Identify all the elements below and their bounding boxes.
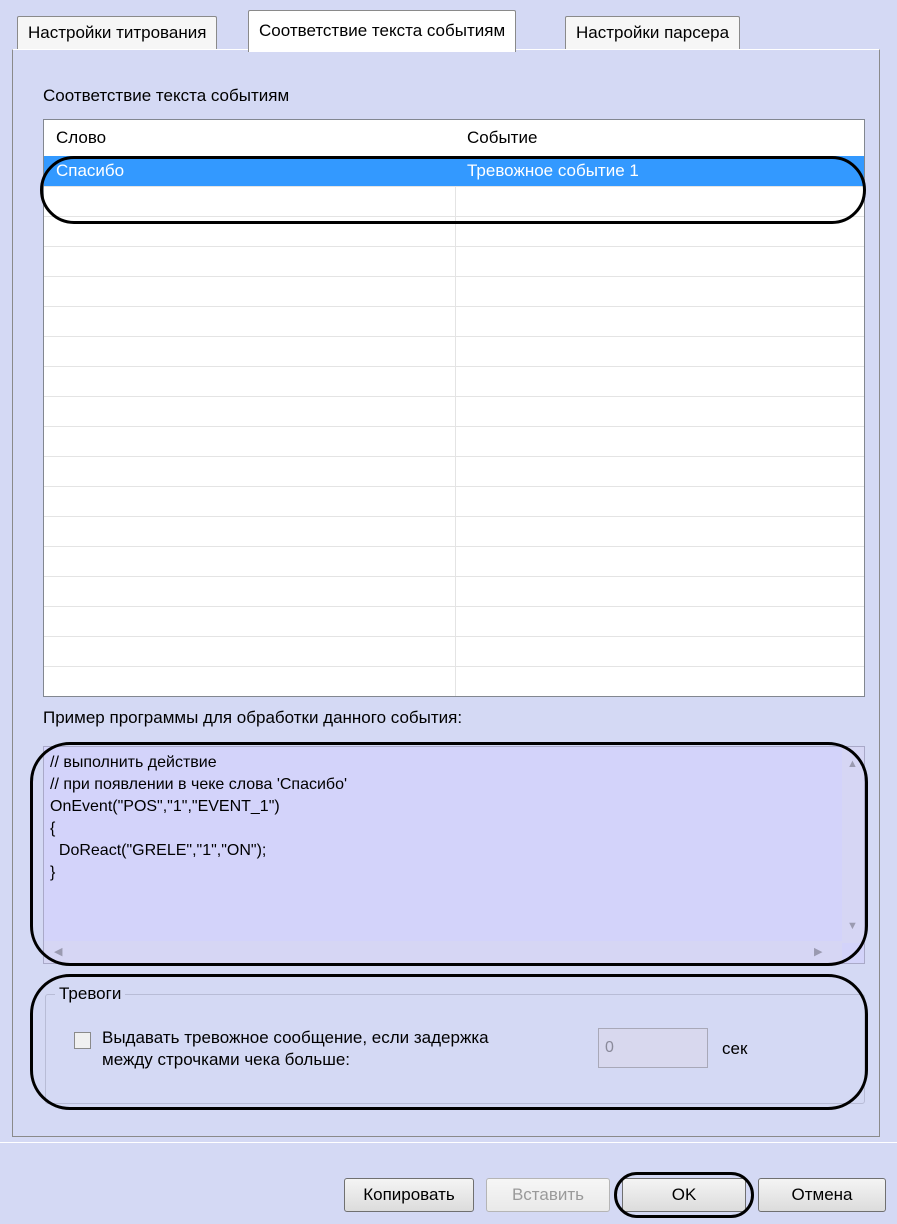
code-line: OnEvent("POS","1","EVENT_1") xyxy=(50,798,280,815)
empty-table-row[interactable] xyxy=(44,456,864,487)
column-header-event[interactable]: Событие xyxy=(455,120,537,156)
code-line: // выполнить действие xyxy=(50,754,217,771)
seconds-unit-label: сек xyxy=(722,1039,748,1058)
scroll-right-icon[interactable]: ▶ xyxy=(814,945,822,959)
paste-button[interactable]: Вставить xyxy=(486,1178,610,1212)
empty-table-row[interactable] xyxy=(44,336,864,367)
table-row[interactable]: Спасибо Тревожное событие 1 xyxy=(44,156,864,187)
cancel-button[interactable]: Отмена xyxy=(758,1178,886,1212)
empty-table-row[interactable] xyxy=(44,666,864,696)
empty-table-row[interactable] xyxy=(44,306,864,337)
code-line: DoReact("GRELE","1","ON"); xyxy=(50,842,267,859)
empty-table-row[interactable] xyxy=(44,606,864,637)
code-line: { xyxy=(50,820,56,837)
alarms-title: Тревоги xyxy=(55,984,126,1004)
tab-parser-settings[interactable]: Настройки парсера xyxy=(565,16,741,50)
scroll-up-icon[interactable]: ▲ xyxy=(847,757,858,771)
empty-table-row[interactable] xyxy=(44,246,864,277)
empty-table-row[interactable] xyxy=(44,516,864,547)
group-title: Соответствие текста событиям xyxy=(43,86,290,105)
empty-table-row[interactable] xyxy=(44,546,864,577)
alarm-label-line1: Выдавать тревожное сообщение, если задер… xyxy=(102,1028,489,1047)
empty-table-row[interactable] xyxy=(44,276,864,307)
ok-button[interactable]: OK xyxy=(622,1178,746,1212)
delay-seconds-input[interactable]: 0 xyxy=(598,1028,708,1068)
scroll-down-icon[interactable]: ▼ xyxy=(847,919,858,933)
alarm-delay-checkbox[interactable] xyxy=(74,1032,91,1049)
alarm-label-line2: между строчками чека больше: xyxy=(102,1050,351,1069)
scroll-left-icon[interactable]: ◀ xyxy=(54,945,62,959)
empty-table-row[interactable] xyxy=(44,486,864,517)
example-code-box[interactable]: // выполнить действие // при появлении в… xyxy=(43,746,865,964)
column-header-word[interactable]: Слово xyxy=(44,120,106,156)
example-label: Пример программы для обработки данного с… xyxy=(43,708,463,727)
empty-table-row[interactable] xyxy=(44,696,865,697)
empty-table-row[interactable] xyxy=(44,636,864,667)
empty-table-row[interactable] xyxy=(44,366,864,397)
empty-table-row[interactable] xyxy=(44,396,864,427)
horizontal-scrollbar[interactable]: ◀ ▶ xyxy=(44,941,842,963)
mapping-table[interactable]: Слово Событие Спасибо Тревожное событие … xyxy=(43,119,865,697)
footer-divider xyxy=(0,1142,897,1143)
empty-table-row[interactable] xyxy=(44,426,864,457)
copy-button[interactable]: Копировать xyxy=(344,1178,474,1212)
table-header: Слово Событие xyxy=(44,120,864,157)
cell-word: Спасибо xyxy=(56,161,125,180)
cell-event: Тревожное событие 1 xyxy=(467,161,639,180)
empty-table-row[interactable] xyxy=(44,186,864,217)
vertical-scrollbar[interactable]: ▲ ▼ xyxy=(842,747,864,943)
code-line: // при появлении в чеке слова 'Спасибо' xyxy=(50,776,348,793)
tab-text-event-mapping[interactable]: Соответствие текста событиям xyxy=(248,10,517,52)
tab-titling-settings[interactable]: Настройки титрования xyxy=(17,16,218,50)
empty-table-row[interactable] xyxy=(44,576,864,607)
empty-table-row[interactable] xyxy=(44,216,864,247)
alarm-delay-label: Выдавать тревожное сообщение, если задер… xyxy=(102,1027,489,1071)
code-line: } xyxy=(50,864,56,881)
